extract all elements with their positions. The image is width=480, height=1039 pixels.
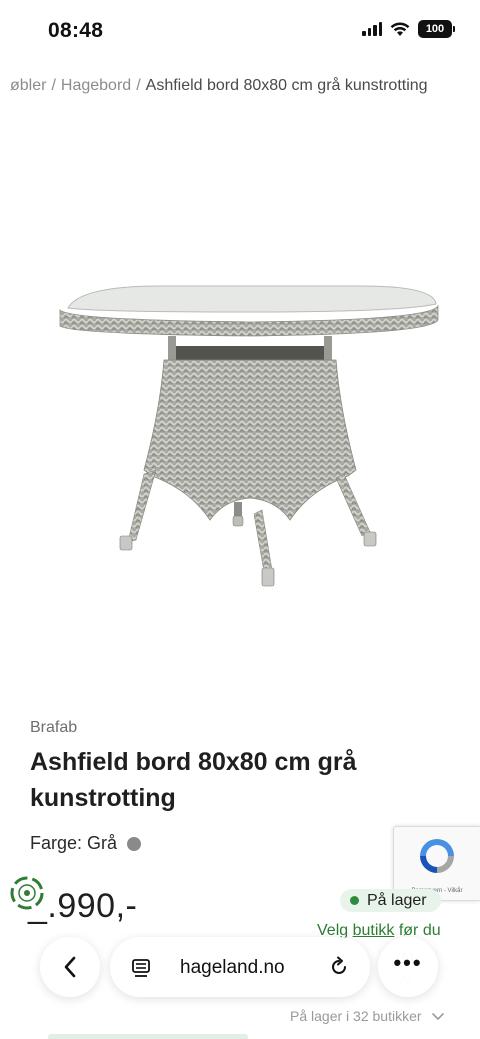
breadcrumb-separator: / (51, 77, 56, 94)
breadcrumb-item-hagebord[interactable]: Hagebord (61, 77, 131, 94)
breadcrumb: øbler / Hagebord / Ashfield bord 80x80 cm gr… (10, 77, 428, 95)
breadcrumb-item-current: Ashfield bord 80x80 cm grå kunstrotting (145, 77, 428, 94)
wifi-icon (390, 21, 410, 36)
recaptcha-icon (420, 839, 454, 873)
browser-toolbar: hageland.no ••• (0, 935, 480, 1001)
more-button[interactable]: ••• (378, 937, 438, 997)
chevron-down-icon (432, 1013, 445, 1021)
color-selector[interactable]: Farge: Grå (30, 833, 142, 854)
status-bar: 08:48 100 (0, 0, 480, 64)
breadcrumb-separator: / (136, 77, 141, 94)
stock-status-dot (350, 896, 359, 905)
back-button[interactable] (40, 937, 100, 997)
stock-footer[interactable]: På lager i 32 butikker (290, 1008, 445, 1024)
stock-status-text: På lager (367, 891, 427, 909)
battery-icon: 100 (418, 20, 455, 38)
brand-name[interactable]: Brafab (30, 719, 77, 737)
color-label: Farge: Grå (30, 833, 118, 853)
cellular-signal-icon (362, 22, 382, 36)
more-dots-icon: ••• (393, 950, 423, 975)
breadcrumb-item-mobler[interactable]: øbler (10, 77, 46, 94)
reload-icon[interactable] (328, 956, 350, 978)
reader-icon[interactable] (130, 957, 152, 979)
stock-status-badge: På lager (340, 889, 441, 912)
color-swatch[interactable] (127, 836, 142, 851)
address-bar[interactable]: hageland.no (110, 937, 370, 997)
status-icons: 100 (362, 20, 455, 38)
status-time: 08:48 (48, 19, 104, 42)
rattan-table-image[interactable] (40, 270, 460, 610)
product-title: Ashfield bord 80x80 cm grå kunstrotting (30, 748, 357, 812)
stock-footer-text: På lager i 32 butikker (290, 1008, 422, 1024)
url-text[interactable]: hageland.no (180, 957, 285, 979)
product-price: _.990,- (28, 887, 138, 925)
add-to-cart-bar[interactable] (48, 1034, 248, 1039)
chevron-left-icon (64, 956, 76, 978)
